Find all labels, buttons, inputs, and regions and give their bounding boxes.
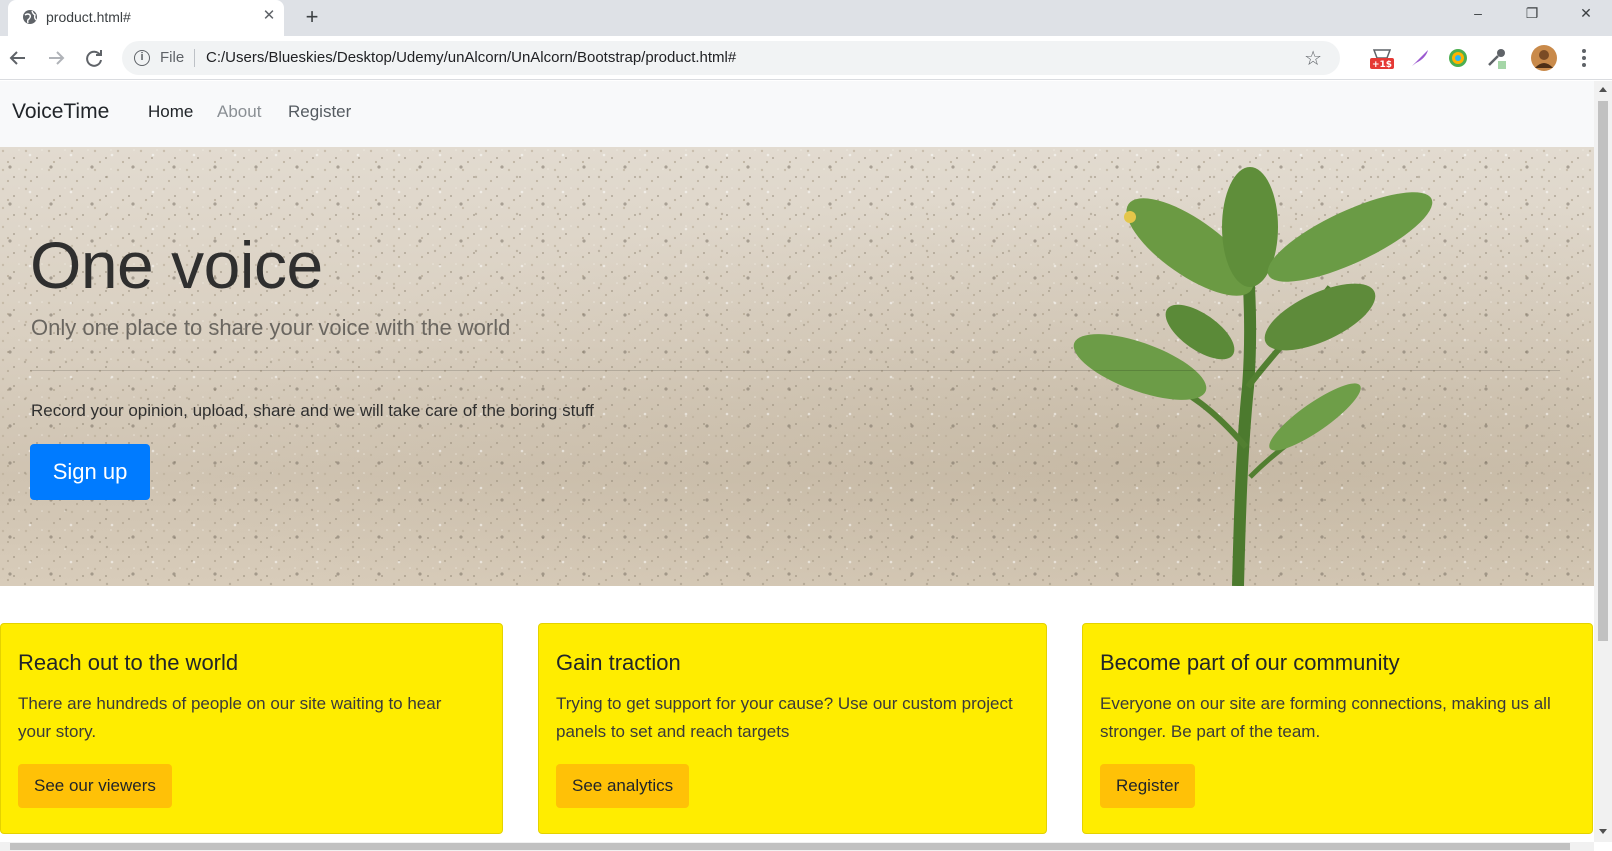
shopping-extension-icon[interactable]: +1$ xyxy=(1368,46,1396,70)
see-viewers-button[interactable]: See our viewers xyxy=(18,764,172,808)
extension-badge: +1$ xyxy=(1372,60,1392,70)
site-navbar: VoiceTime Home About Register xyxy=(0,81,1594,147)
profile-avatar[interactable] xyxy=(1530,44,1558,72)
url-text[interactable]: C:/Users/Blueskies/Desktop/Udemy/unAlcor… xyxy=(206,49,736,66)
browser-tabstrip: product.html# ✕ + – ❐ ✕ xyxy=(0,0,1612,36)
plant-illustration xyxy=(1073,167,1433,586)
hero-text: Record your opinion, upload, share and w… xyxy=(31,401,594,420)
browser-toolbar: i File C:/Users/Blueskies/Desktop/Udemy/… xyxy=(0,36,1612,80)
new-tab-button[interactable]: + xyxy=(298,3,326,31)
back-icon[interactable] xyxy=(4,44,32,72)
card-text: Trying to get support for your cause? Us… xyxy=(556,694,1013,741)
bookmark-star-icon[interactable]: ☆ xyxy=(1304,46,1322,71)
tab-title: product.html# xyxy=(46,9,131,25)
address-bar[interactable]: i File C:/Users/Blueskies/Desktop/Udemy/… xyxy=(122,41,1340,75)
tab-close-icon[interactable]: ✕ xyxy=(258,5,280,27)
see-analytics-button[interactable]: See analytics xyxy=(556,764,690,808)
quill-extension-icon[interactable] xyxy=(1408,46,1432,70)
card-gain-traction: Gain traction Trying to get support for … xyxy=(538,623,1047,834)
nav-link-home[interactable]: Home xyxy=(148,102,193,122)
browser-tab[interactable]: product.html# ✕ xyxy=(8,0,284,36)
card-text: There are hundreds of people on our site… xyxy=(18,694,442,741)
vertical-scrollbar[interactable] xyxy=(1594,81,1612,842)
card-title: Become part of our community xyxy=(1100,650,1400,675)
card-reach-out: Reach out to the world There are hundred… xyxy=(0,623,503,834)
hero-title: One voice xyxy=(30,228,323,302)
card-title: Gain traction xyxy=(556,650,681,675)
nav-link-register[interactable]: Register xyxy=(288,102,351,122)
scroll-down-arrow-icon[interactable] xyxy=(1599,829,1607,834)
card-text: Everyone on our site are forming connect… xyxy=(1100,694,1551,741)
close-window-button[interactable]: ✕ xyxy=(1564,0,1608,28)
globe-icon xyxy=(23,10,37,24)
minimize-button[interactable]: – xyxy=(1456,0,1500,28)
omnibox-divider xyxy=(194,49,195,67)
forward-icon[interactable] xyxy=(42,44,70,72)
navbar-brand[interactable]: VoiceTime xyxy=(12,100,109,124)
kebab-menu-icon[interactable] xyxy=(1576,46,1592,70)
scroll-up-arrow-icon[interactable] xyxy=(1599,87,1607,92)
horizontal-scroll-thumb[interactable] xyxy=(10,843,1570,850)
hero-jumbotron: One voice Only one place to share your v… xyxy=(0,147,1594,586)
signup-button[interactable]: Sign up xyxy=(30,444,150,500)
reload-icon[interactable] xyxy=(80,44,108,72)
vertical-scroll-thumb[interactable] xyxy=(1598,101,1608,641)
card-title: Reach out to the world xyxy=(18,650,239,675)
register-button[interactable]: Register xyxy=(1100,764,1196,808)
scheme-label: File xyxy=(160,49,185,66)
page-viewport: VoiceTime Home About Register One voice … xyxy=(0,81,1594,842)
eyedropper-extension-icon[interactable] xyxy=(1484,46,1508,70)
globe-extension-icon[interactable] xyxy=(1446,46,1470,70)
info-icon[interactable]: i xyxy=(134,50,150,66)
card-community: Become part of our community Everyone on… xyxy=(1082,623,1593,834)
nav-link-about[interactable]: About xyxy=(217,102,261,122)
hero-subtitle: Only one place to share your voice with … xyxy=(31,315,511,340)
hero-divider xyxy=(30,370,1560,371)
horizontal-scrollbar[interactable] xyxy=(0,842,1594,851)
restore-button[interactable]: ❐ xyxy=(1510,0,1554,28)
